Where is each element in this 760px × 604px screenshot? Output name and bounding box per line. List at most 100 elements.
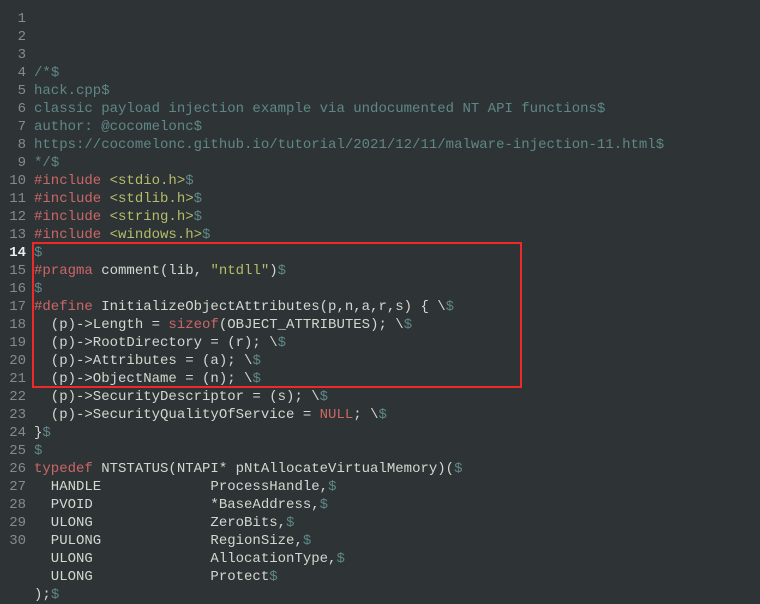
eol-marker: $: [252, 371, 260, 387]
eol-marker: $: [656, 137, 664, 153]
code-line[interactable]: #include <windows.h>$: [34, 226, 760, 244]
code-token: ; \: [353, 407, 378, 423]
code-token: (p)->Length =: [34, 317, 168, 333]
line-number: 30: [0, 532, 26, 550]
code-line[interactable]: (p)->SecurityDescriptor = (s); \$: [34, 388, 760, 406]
code-line[interactable]: PVOID *BaseAddress,$: [34, 496, 760, 514]
code-line[interactable]: (p)->Length = sizeof(OBJECT_ATTRIBUTES);…: [34, 316, 760, 334]
code-token: */: [34, 155, 51, 171]
eol-marker: $: [194, 119, 202, 135]
code-token: #define: [34, 299, 93, 315]
code-token: PVOID *BaseAddress,: [34, 497, 320, 513]
code-line[interactable]: /*$: [34, 64, 760, 82]
line-number: 24: [0, 424, 26, 442]
eol-marker: $: [336, 551, 344, 567]
code-token: ULONG ZeroBits,: [34, 515, 286, 531]
code-token: <stdlib.h>: [110, 191, 194, 207]
code-token: hack.cpp: [34, 83, 101, 99]
code-token: classic payload injection example via un…: [34, 101, 597, 117]
eol-marker: $: [278, 335, 286, 351]
code-line[interactable]: https://cocomelonc.github.io/tutorial/20…: [34, 136, 760, 154]
code-token: #include: [34, 227, 110, 243]
code-line[interactable]: classic payload injection example via un…: [34, 100, 760, 118]
eol-marker: $: [303, 533, 311, 549]
code-token: InitializeObjectAttributes(p,n,a,r,s) { …: [93, 299, 446, 315]
code-token: PULONG RegionSize,: [34, 533, 303, 549]
code-token: typedef: [34, 461, 93, 477]
code-line[interactable]: $: [34, 244, 760, 262]
code-line[interactable]: */$: [34, 154, 760, 172]
code-line[interactable]: ULONG Protect$: [34, 568, 760, 586]
code-line[interactable]: PULONG RegionSize,$: [34, 532, 760, 550]
code-line[interactable]: #define InitializeObjectAttributes(p,n,a…: [34, 298, 760, 316]
code-token: <windows.h>: [110, 227, 202, 243]
code-line[interactable]: ULONG ZeroBits,$: [34, 514, 760, 532]
line-number: 11: [0, 190, 26, 208]
code-line[interactable]: );$: [34, 586, 760, 604]
line-number: 17: [0, 298, 26, 316]
line-number: 4: [0, 64, 26, 82]
code-line[interactable]: #pragma comment(lib, "ntdll")$: [34, 262, 760, 280]
eol-marker: $: [597, 101, 605, 117]
line-number: 8: [0, 136, 26, 154]
eol-marker: $: [51, 587, 59, 603]
code-area[interactable]: /*$hack.cpp$classic payload injection ex…: [34, 10, 760, 604]
code-line[interactable]: (p)->ObjectName = (n); \$: [34, 370, 760, 388]
code-line[interactable]: }$: [34, 424, 760, 442]
code-line[interactable]: $: [34, 280, 760, 298]
line-number: 14: [0, 244, 26, 262]
code-token: (p)->SecurityQualityOfService =: [34, 407, 320, 423]
code-token: (p)->ObjectName = (n); \: [34, 371, 252, 387]
line-number: 9: [0, 154, 26, 172]
code-line[interactable]: #include <string.h>$: [34, 208, 760, 226]
code-token: (OBJECT_ATTRIBUTES); \: [219, 317, 404, 333]
code-token: <string.h>: [110, 209, 194, 225]
eol-marker: $: [320, 389, 328, 405]
code-line[interactable]: ULONG AllocationType,$: [34, 550, 760, 568]
line-number: 28: [0, 496, 26, 514]
line-number: 16: [0, 280, 26, 298]
code-token: ULONG Protect: [34, 569, 269, 585]
line-number: 12: [0, 208, 26, 226]
code-token: #include: [34, 209, 110, 225]
eol-marker: $: [185, 173, 193, 189]
eol-marker: $: [51, 155, 59, 171]
line-number-gutter: 1234567891011121314151617181920212223242…: [0, 10, 34, 604]
line-number: 7: [0, 118, 26, 136]
code-line[interactable]: (p)->SecurityQualityOfService = NULL; \$: [34, 406, 760, 424]
line-number: 6: [0, 100, 26, 118]
code-line[interactable]: (p)->RootDirectory = (r); \$: [34, 334, 760, 352]
line-number: 22: [0, 388, 26, 406]
eol-marker: $: [34, 443, 42, 459]
code-line[interactable]: hack.cpp$: [34, 82, 760, 100]
eol-marker: $: [252, 353, 260, 369]
eol-marker: $: [194, 209, 202, 225]
code-token: NULL: [320, 407, 354, 423]
code-line[interactable]: #include <stdio.h>$: [34, 172, 760, 190]
eol-marker: $: [446, 299, 454, 315]
code-token: ): [269, 263, 277, 279]
line-number: 23: [0, 406, 26, 424]
code-line[interactable]: typedef NTSTATUS(NTAPI* pNtAllocateVirtu…: [34, 460, 760, 478]
eol-marker: $: [202, 227, 210, 243]
code-token: NTSTATUS(NTAPI* pNtAllocateVirtualMemory…: [93, 461, 454, 477]
code-line[interactable]: $: [34, 442, 760, 460]
eol-marker: $: [278, 263, 286, 279]
code-line[interactable]: (p)->Attributes = (a); \$: [34, 352, 760, 370]
code-line[interactable]: HANDLE ProcessHandle,$: [34, 478, 760, 496]
line-number: 1: [0, 10, 26, 28]
code-token: sizeof: [168, 317, 218, 333]
eol-marker: $: [269, 569, 277, 585]
eol-marker: $: [34, 281, 42, 297]
line-number: 2: [0, 28, 26, 46]
eol-marker: $: [101, 83, 109, 99]
eol-marker: $: [328, 479, 336, 495]
eol-marker: $: [286, 515, 294, 531]
code-editor[interactable]: 1234567891011121314151617181920212223242…: [0, 10, 760, 604]
code-line[interactable]: #include <stdlib.h>$: [34, 190, 760, 208]
code-token: "ntdll": [210, 263, 269, 279]
code-line[interactable]: author: @cocomelonc$: [34, 118, 760, 136]
eol-marker: $: [320, 497, 328, 513]
eol-marker: $: [194, 191, 202, 207]
line-number: 21: [0, 370, 26, 388]
